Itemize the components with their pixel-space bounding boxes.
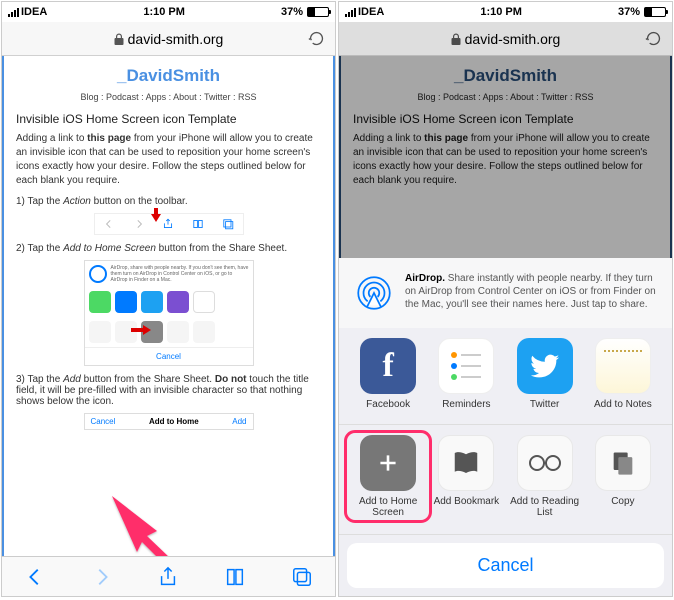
plus-square-icon <box>360 435 416 491</box>
copy-icon <box>595 435 651 491</box>
article-intro: Adding a link to this page from your iPh… <box>16 132 321 188</box>
action-add-bookmark[interactable]: Add Bookmark <box>427 435 505 518</box>
battery-icon <box>644 7 666 17</box>
share-sheet: AirDrop. Share instantly with people nea… <box>339 258 672 596</box>
share-app-facebook[interactable]: f Facebook <box>349 338 427 410</box>
mini-share-fig: AirDrop, share with people nearby. If yo… <box>84 260 254 366</box>
share-app-reminders[interactable]: Reminders <box>427 338 505 410</box>
signal-icon <box>8 8 19 17</box>
bookmarks-icon[interactable] <box>224 566 246 588</box>
glasses-icon <box>517 435 573 491</box>
carrier-label: IDEA <box>21 6 47 18</box>
airdrop-row[interactable]: AirDrop. Share instantly with people nea… <box>339 258 672 328</box>
phone-right: IDEA 1:10 PM 37% david-smith.org _DavidS… <box>338 1 673 597</box>
step-1: 1) Tap the Action button on the toolbar. <box>16 196 321 207</box>
url-bar[interactable]: david-smith.org <box>339 22 672 56</box>
status-bar: IDEA 1:10 PM 37% <box>339 2 672 22</box>
battery-pct: 37% <box>618 6 640 18</box>
cancel-button[interactable]: Cancel <box>347 543 664 588</box>
notes-icon <box>595 338 651 394</box>
twitter-icon <box>517 338 573 394</box>
share-app-row: f Facebook Reminders Twitter <box>339 328 672 424</box>
tabs-icon[interactable] <box>291 566 313 588</box>
book-icon <box>438 435 494 491</box>
facebook-icon: f <box>360 338 416 394</box>
lock-icon <box>451 33 461 45</box>
step-2: 2) Tap the Add to Home Screen button fro… <box>16 243 321 254</box>
reminders-icon <box>438 338 494 394</box>
share-app-twitter[interactable]: Twitter <box>506 338 584 410</box>
safari-toolbar <box>2 556 335 596</box>
action-add-reading-list[interactable]: Add to Reading List <box>506 435 584 518</box>
mini-toolbar-fig <box>94 213 244 235</box>
status-bar: IDEA 1:10 PM 37% <box>2 2 335 22</box>
signal-icon <box>345 8 356 17</box>
battery-pct: 37% <box>281 6 303 18</box>
action-copy[interactable]: Copy <box>584 435 662 518</box>
clock: 1:10 PM <box>143 6 185 18</box>
share-action-row: Add to Home Screen Add Bookmark Add to R… <box>339 424 672 535</box>
action-add-to-home-screen[interactable]: Add to Home Screen <box>349 435 427 518</box>
article-title: Invisible iOS Home Screen icon Template <box>16 112 321 126</box>
reload-icon[interactable] <box>645 30 662 47</box>
share-icon[interactable] <box>157 566 179 588</box>
lock-icon <box>114 33 124 45</box>
site-title[interactable]: _DavidSmith <box>16 66 321 86</box>
clock: 1:10 PM <box>480 6 522 18</box>
site-nav[interactable]: Blog : Podcast : Apps : About : Twitter … <box>16 92 321 102</box>
share-app-notes[interactable]: Add to Notes <box>584 338 662 410</box>
airdrop-text: AirDrop. Share instantly with people nea… <box>405 272 658 314</box>
airdrop-icon <box>353 272 395 314</box>
url-bar[interactable]: david-smith.org <box>2 22 335 56</box>
battery-icon <box>307 7 329 17</box>
carrier-label: IDEA <box>358 6 384 18</box>
back-icon[interactable] <box>24 566 46 588</box>
phone-left: IDEA 1:10 PM 37% david-smith.org _DavidS… <box>1 1 336 597</box>
url-text: david-smith.org <box>465 31 561 47</box>
url-text: david-smith.org <box>128 31 224 47</box>
forward-icon[interactable] <box>91 566 113 588</box>
step-3: 3) Tap the Add button from the Share She… <box>16 374 321 407</box>
reload-icon[interactable] <box>308 30 325 47</box>
page-content: _DavidSmith Blog : Podcast : Apps : Abou… <box>2 56 335 556</box>
